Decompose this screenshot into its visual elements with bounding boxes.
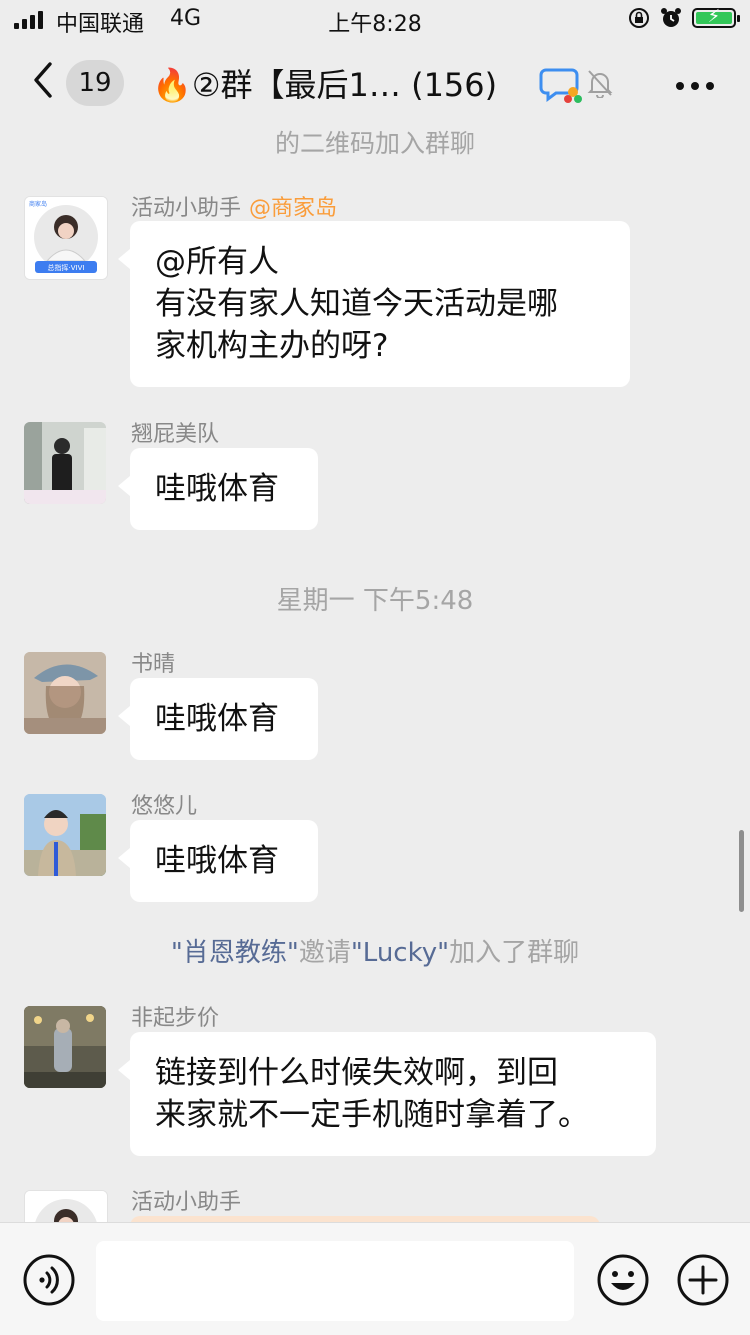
avatar-logo: 商家岛 bbox=[29, 201, 48, 208]
avatar[interactable] bbox=[24, 652, 106, 734]
alarm-icon bbox=[661, 8, 681, 27]
invite-notice: "肖恩教练"邀请"Lucky"加入了群聊 bbox=[0, 932, 750, 969]
chat-header: 19 🔥②群【最后1… (156) bbox=[0, 40, 750, 128]
message-list[interactable]: 的二维码加入群聊 总指挥·VIVI 商家岛 活动小助手 @商家岛 @所有人 有没有… bbox=[0, 128, 750, 1222]
message-bubble[interactable]: @所有人 有没有家人知道今天活动是哪 家机构主办的呀? bbox=[118, 221, 630, 387]
message-line: 来家就不一定手机随时拿着了。 bbox=[155, 1097, 589, 1133]
back-icon[interactable] bbox=[28, 60, 58, 100]
message-bubble[interactable]: 链接到什么时候失效啊，到回 来家就不一定手机随时拿着了。 bbox=[118, 1032, 656, 1156]
message-line: @所有人 bbox=[155, 244, 279, 280]
message-input[interactable] bbox=[96, 1241, 574, 1321]
message-line: 链接到什么时候失效啊，到回 bbox=[155, 1055, 558, 1091]
chat-title[interactable]: 🔥②群【最后1… (156) bbox=[152, 60, 497, 106]
avatar[interactable] bbox=[24, 422, 106, 504]
voice-icon[interactable] bbox=[22, 1253, 76, 1307]
emoji-icon[interactable] bbox=[596, 1253, 650, 1307]
avatar[interactable] bbox=[24, 1190, 108, 1222]
avatar[interactable] bbox=[24, 1006, 106, 1088]
sender-name: 非起步价 bbox=[131, 1006, 220, 1031]
sender-name: 书晴 bbox=[131, 652, 176, 677]
status-bar: 中国联通 4G 上午8:28 ⚡ bbox=[0, 0, 750, 40]
mute-icon bbox=[587, 70, 613, 98]
sender-tag: @商家岛 bbox=[249, 196, 338, 221]
message-line: 有没有家人知道今天活动是哪 bbox=[155, 286, 558, 322]
sender-label: 活动小助手 bbox=[131, 196, 242, 221]
more-icon[interactable] bbox=[676, 82, 714, 90]
message-bubble[interactable]: 哇哦体育 bbox=[118, 448, 318, 530]
battery-icon: ⚡ bbox=[692, 6, 740, 28]
message-line: 哇哦体育 bbox=[155, 701, 279, 737]
message-bubble[interactable]: 哇哦体育 bbox=[118, 820, 318, 902]
avatar[interactable] bbox=[24, 794, 106, 876]
message-line: 哇哦体育 bbox=[155, 843, 279, 879]
timestamp-divider: 星期一 下午5:48 bbox=[276, 586, 474, 616]
member-count: (156) bbox=[411, 66, 498, 104]
message-line: 家机构主办的呀? bbox=[155, 328, 389, 364]
invitee-link[interactable]: "Lucky" bbox=[351, 938, 449, 968]
sender-name: 活动小助手 bbox=[131, 1190, 242, 1215]
inviter-link[interactable]: "肖恩教练" bbox=[171, 938, 299, 968]
scrollbar[interactable] bbox=[739, 830, 744, 912]
system-message: 的二维码加入群聊 bbox=[274, 129, 475, 158]
group-name: 🔥②群【最后1… bbox=[152, 66, 401, 104]
unread-count-badge[interactable]: 19 bbox=[66, 60, 124, 106]
message-bubble[interactable]: 哇哦体育 bbox=[118, 678, 318, 760]
sender-name: 翘屁美队 bbox=[131, 422, 220, 447]
sender-name: 活动小助手 @商家岛 bbox=[131, 190, 337, 222]
input-bar bbox=[0, 1222, 750, 1335]
message-line: 哇哦体育 bbox=[155, 471, 279, 507]
avatar-caption: 总指挥·VIVI bbox=[47, 264, 85, 272]
group-chat-icon bbox=[539, 68, 582, 103]
sender-name: 悠悠儿 bbox=[131, 794, 198, 819]
invite-verb: 邀请 bbox=[298, 938, 351, 968]
alarm-lock-icon bbox=[629, 8, 649, 28]
avatar[interactable]: 总指挥·VIVI 商家岛 bbox=[24, 196, 108, 280]
invite-suffix: 加入了群聊 bbox=[449, 938, 580, 968]
plus-icon[interactable] bbox=[676, 1253, 730, 1307]
